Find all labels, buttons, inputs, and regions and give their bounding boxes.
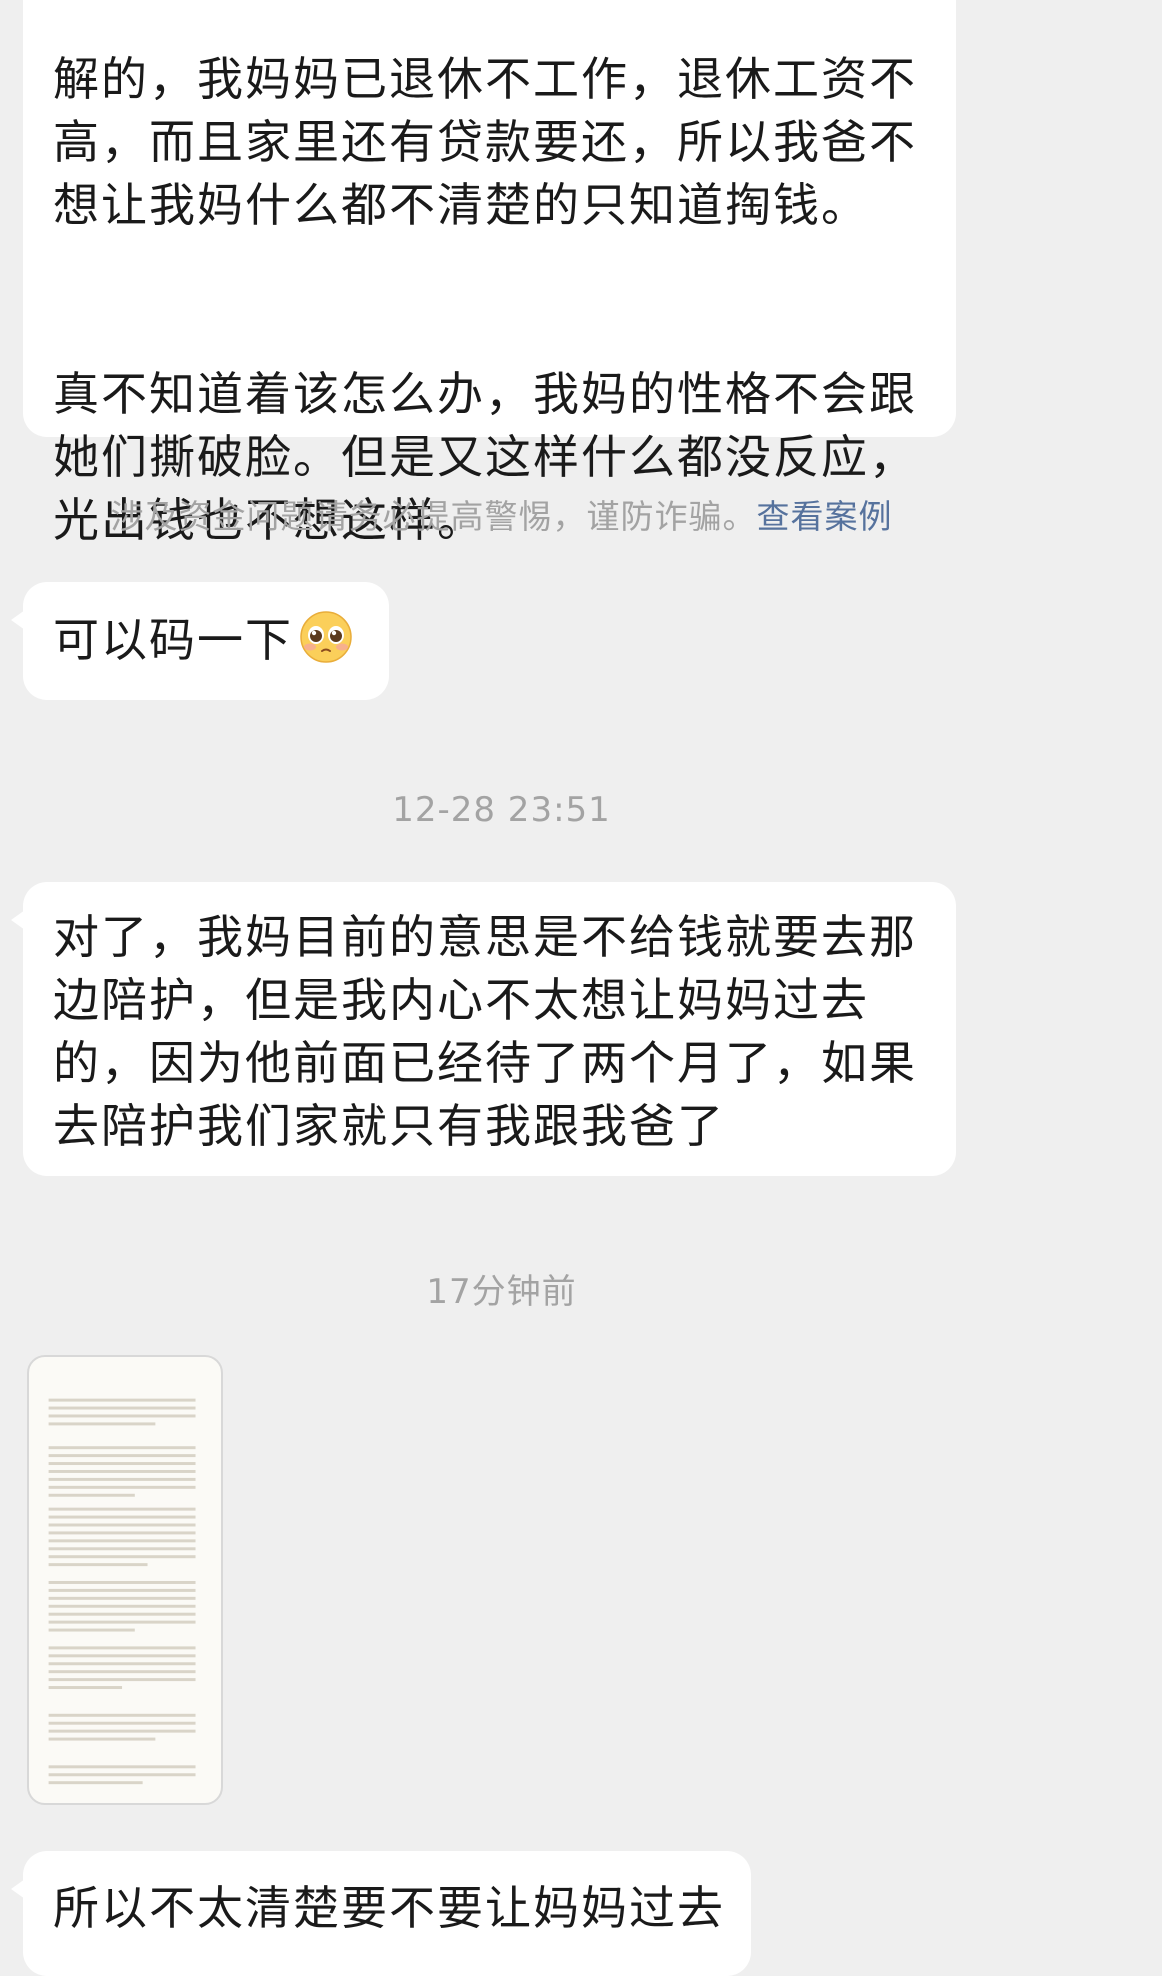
message-text: 所以不太清楚要不要让妈妈过去 xyxy=(53,1881,725,1935)
document-text-line xyxy=(48,1670,196,1674)
document-text-line xyxy=(48,1462,196,1466)
pleading-face-emoji xyxy=(299,610,353,664)
document-text-line xyxy=(48,1523,196,1527)
message-timestamp: 12-28 23:51 xyxy=(392,790,611,830)
message-bubble[interactable]: 可以码一下 xyxy=(11,582,389,700)
document-text-line xyxy=(48,1765,196,1769)
document-text-line xyxy=(48,1414,196,1418)
document-text-line xyxy=(48,1563,148,1567)
document-text-line xyxy=(48,1628,135,1632)
document-text-line xyxy=(48,1596,196,1600)
view-cases-link[interactable]: 查看案例 xyxy=(757,497,893,536)
document-text-lines xyxy=(48,1398,196,1785)
document-text-line xyxy=(48,1515,196,1519)
document-text-line xyxy=(48,1678,196,1682)
document-text-line xyxy=(48,1662,196,1666)
document-text-line xyxy=(48,1773,196,1777)
document-text-line xyxy=(48,1422,156,1426)
fraud-warning-notice: 涉及资金问题请务必提高警惕，谨防诈骗。查看案例 xyxy=(0,490,1003,538)
document-text-line xyxy=(48,1713,196,1717)
document-text-line xyxy=(48,1454,196,1458)
message-timestamp: 17分钟前 xyxy=(426,1272,577,1312)
document-text-line xyxy=(48,1406,196,1410)
chat-message-list[interactable]: 解的，我妈妈已退休不工作，退休工资不 高，而且家里还有贷款要还，所以我爸不 想让… xyxy=(0,0,1162,1976)
document-text-line xyxy=(48,1485,196,1489)
document-text-line xyxy=(48,1507,196,1511)
document-text-line xyxy=(48,1493,135,1497)
document-text-line xyxy=(48,1539,196,1543)
document-text-line xyxy=(48,1654,196,1658)
message-paragraph: 解的，我妈妈已退休不工作，退休工资不 高，而且家里还有贷款要还，所以我爸不 想让… xyxy=(53,52,917,232)
document-text-line xyxy=(48,1531,196,1535)
document-text-line xyxy=(48,1547,196,1551)
document-text-line xyxy=(48,1446,196,1450)
document-image-thumbnail[interactable] xyxy=(27,1355,223,1805)
document-text-line xyxy=(48,1620,196,1624)
document-text-line xyxy=(48,1469,196,1473)
document-text-line xyxy=(48,1612,196,1616)
document-text-line xyxy=(48,1729,196,1733)
document-text-line xyxy=(48,1737,156,1741)
document-text-line xyxy=(48,1555,196,1559)
document-text-line xyxy=(48,1646,196,1650)
document-text-line xyxy=(48,1477,196,1481)
document-text-line xyxy=(48,1588,196,1592)
message-text: 可以码一下 xyxy=(53,613,293,667)
message-bubble[interactable]: 对了，我妈目前的意思是不给钱就要去那 边陪护，但是我内心不太想让妈妈过去 的，因… xyxy=(11,882,956,1176)
document-text-line xyxy=(48,1686,123,1690)
document-text-line xyxy=(48,1721,196,1725)
document-text-line xyxy=(48,1604,196,1608)
document-text-line xyxy=(48,1398,196,1402)
message-bubble[interactable]: 解的，我妈妈已退休不工作，退休工资不 高，而且家里还有贷款要还，所以我爸不 想让… xyxy=(23,0,956,547)
document-text-line xyxy=(48,1580,196,1584)
message-bubble[interactable]: 所以不太清楚要不要让妈妈过去 xyxy=(11,1851,751,1976)
fraud-warning-text: 涉及资金问题请务必提高警惕，谨防诈骗。 xyxy=(110,497,757,536)
document-text-line xyxy=(48,1781,143,1785)
